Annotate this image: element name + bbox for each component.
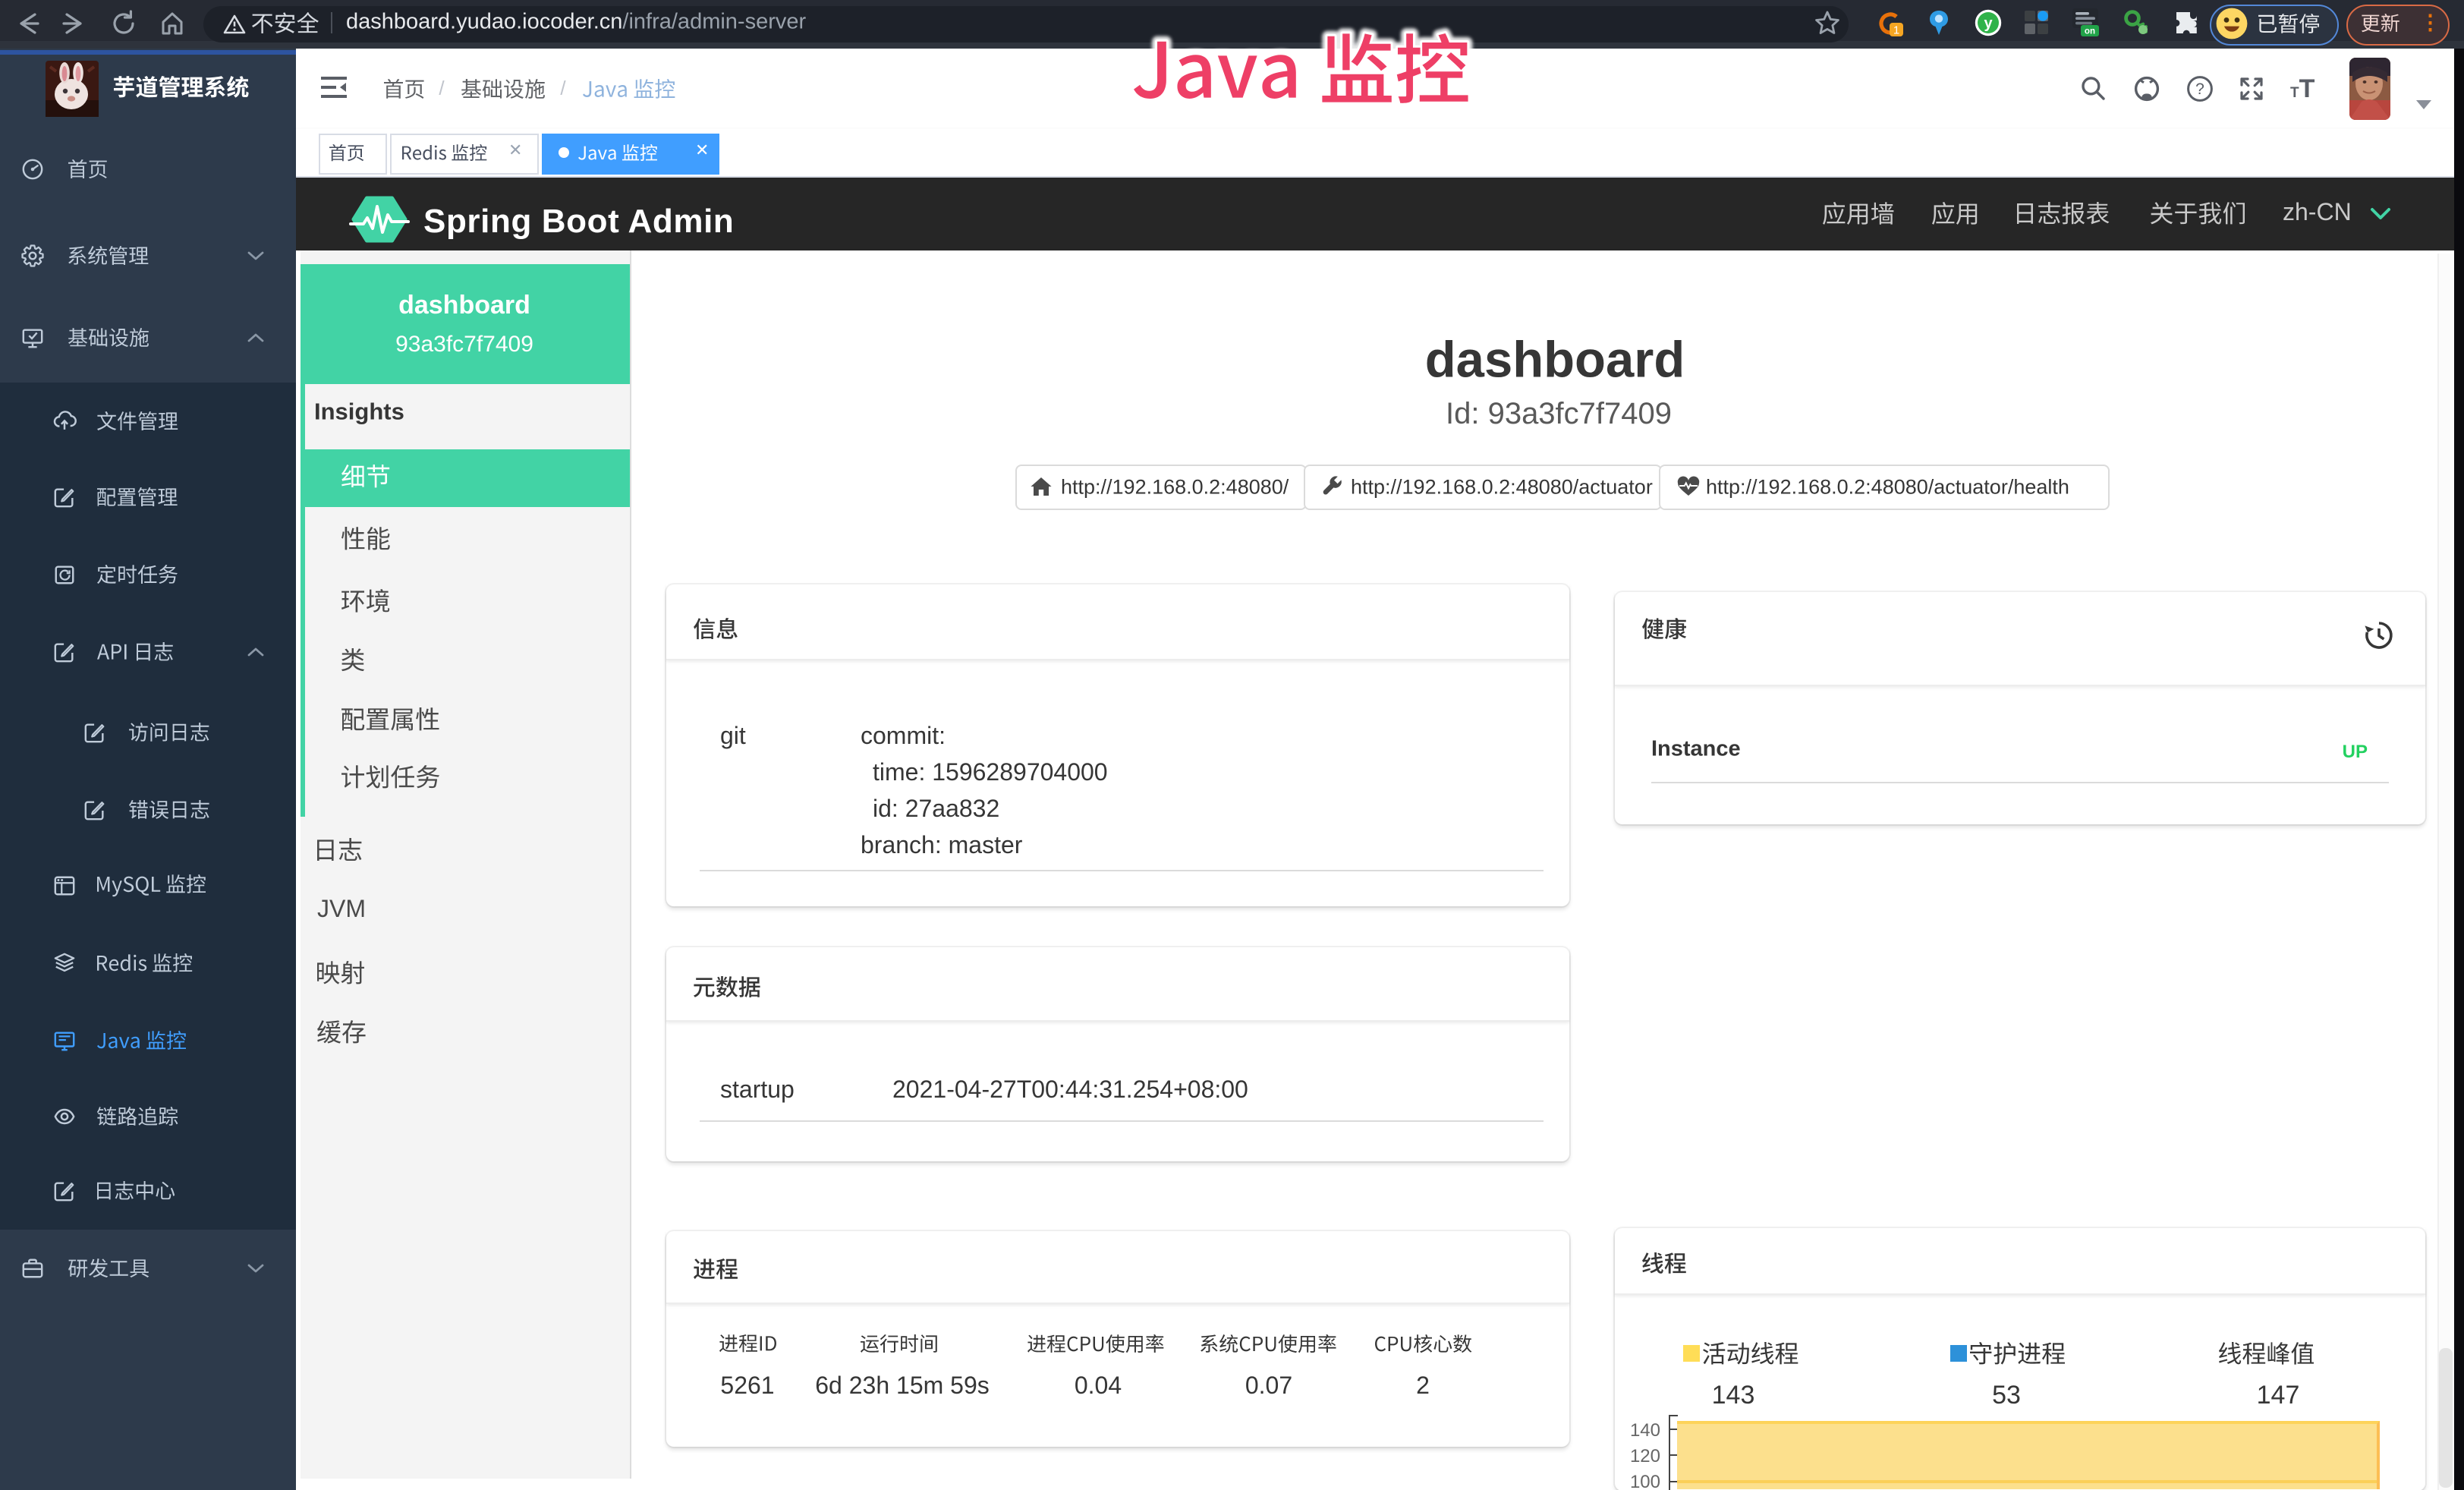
svg-text:y: y — [1984, 15, 1993, 32]
svg-text:on: on — [2085, 27, 2095, 36]
svg-text:?: ? — [2195, 80, 2204, 97]
svg-text:1: 1 — [1893, 24, 1899, 36]
